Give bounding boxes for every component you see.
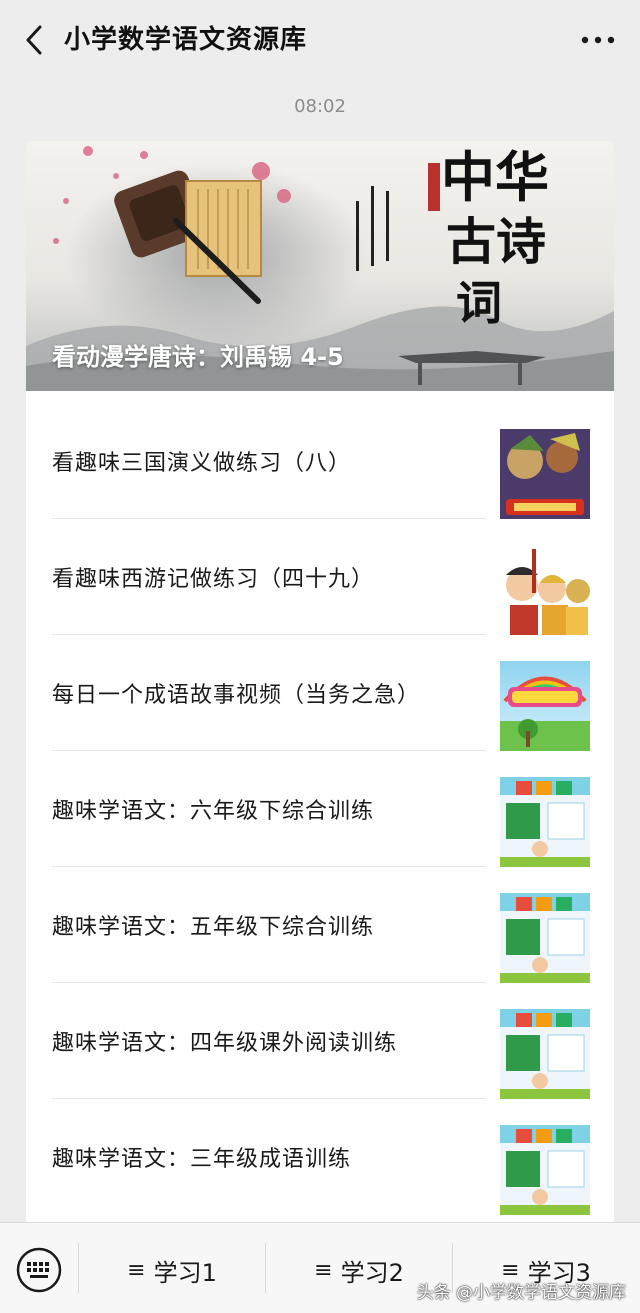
menu-item-label: 学习2 <box>340 1258 404 1287</box>
message-timestamp: 08:02 <box>294 96 346 117</box>
xiyou-thumbnail <box>500 545 590 635</box>
list-item[interactable]: 看趣味西游记做练习（四十九） <box>26 519 614 635</box>
svg-text:中华: 中华 <box>441 145 549 209</box>
list-item[interactable]: 趣味学语文：三年级成语训练 <box>26 1099 614 1215</box>
back-button[interactable] <box>14 20 54 60</box>
menu-item-study-1[interactable]: ≡ 学习1 <box>79 1245 265 1295</box>
yuwen-thumbnail <box>500 1009 590 1099</box>
keyboard-button[interactable] <box>14 1245 64 1295</box>
menu-lines-icon: ≡ <box>127 1257 146 1283</box>
menu-lines-icon: ≡ <box>314 1257 333 1283</box>
banner-title: 看动漫学唐诗：刘禹锡 4-5 <box>52 343 344 371</box>
article-title: 趣味学语文：六年级下综合训练 <box>52 799 375 824</box>
article-title: 看趣味西游记做练习（四十九） <box>52 567 375 592</box>
banner-article[interactable]: 中华 古诗 词 看动漫学唐诗：刘禹锡 4-5 <box>26 141 614 391</box>
top-nav-bar: 小学数学语文资源库 <box>0 0 640 78</box>
account-title: 小学数学语文资源库 <box>64 25 308 55</box>
chengyu-thumbnail <box>500 661 590 751</box>
article-title: 趣味学语文：四年级课外阅读训练 <box>52 1031 398 1056</box>
yuwen-thumbnail <box>500 1125 590 1215</box>
list-item[interactable]: 每日一个成语故事视频（当务之急） <box>26 635 614 751</box>
article-title: 趣味学语文：五年级下综合训练 <box>52 915 375 940</box>
list-item[interactable]: 趣味学语文：六年级下综合训练 <box>26 751 614 867</box>
chevron-left-icon <box>26 25 42 55</box>
yuwen-thumbnail <box>500 777 590 867</box>
menu-item-label: 学习1 <box>153 1258 217 1287</box>
article-title: 每日一个成语故事视频（当务之急） <box>52 683 421 708</box>
svg-text:词: 词 <box>456 276 502 330</box>
svg-text:古诗: 古诗 <box>446 212 546 271</box>
watermark: 头条 @小学数学语文资源库 <box>416 1283 626 1303</box>
sanguo-thumbnail <box>500 429 590 519</box>
more-button[interactable] <box>578 20 618 60</box>
list-item[interactable]: 趣味学语文：四年级课外阅读训练 <box>26 983 614 1099</box>
article-title: 看趣味三国演义做练习（八） <box>52 451 352 476</box>
list-item[interactable]: 看趣味三国演义做练习（八） <box>26 403 614 519</box>
keyboard-icon <box>16 1247 62 1293</box>
yuwen-thumbnail <box>500 893 590 983</box>
article-title: 趣味学语文：三年级成语训练 <box>52 1147 352 1172</box>
article-card: 中华 古诗 词 看动漫学唐诗：刘禹锡 4-5 看趣味三国演义做练习（八） 看趣味… <box>26 141 614 1241</box>
list-item[interactable]: 趣味学语文：五年级下综合训练 <box>26 867 614 983</box>
more-dots-icon <box>581 36 615 44</box>
